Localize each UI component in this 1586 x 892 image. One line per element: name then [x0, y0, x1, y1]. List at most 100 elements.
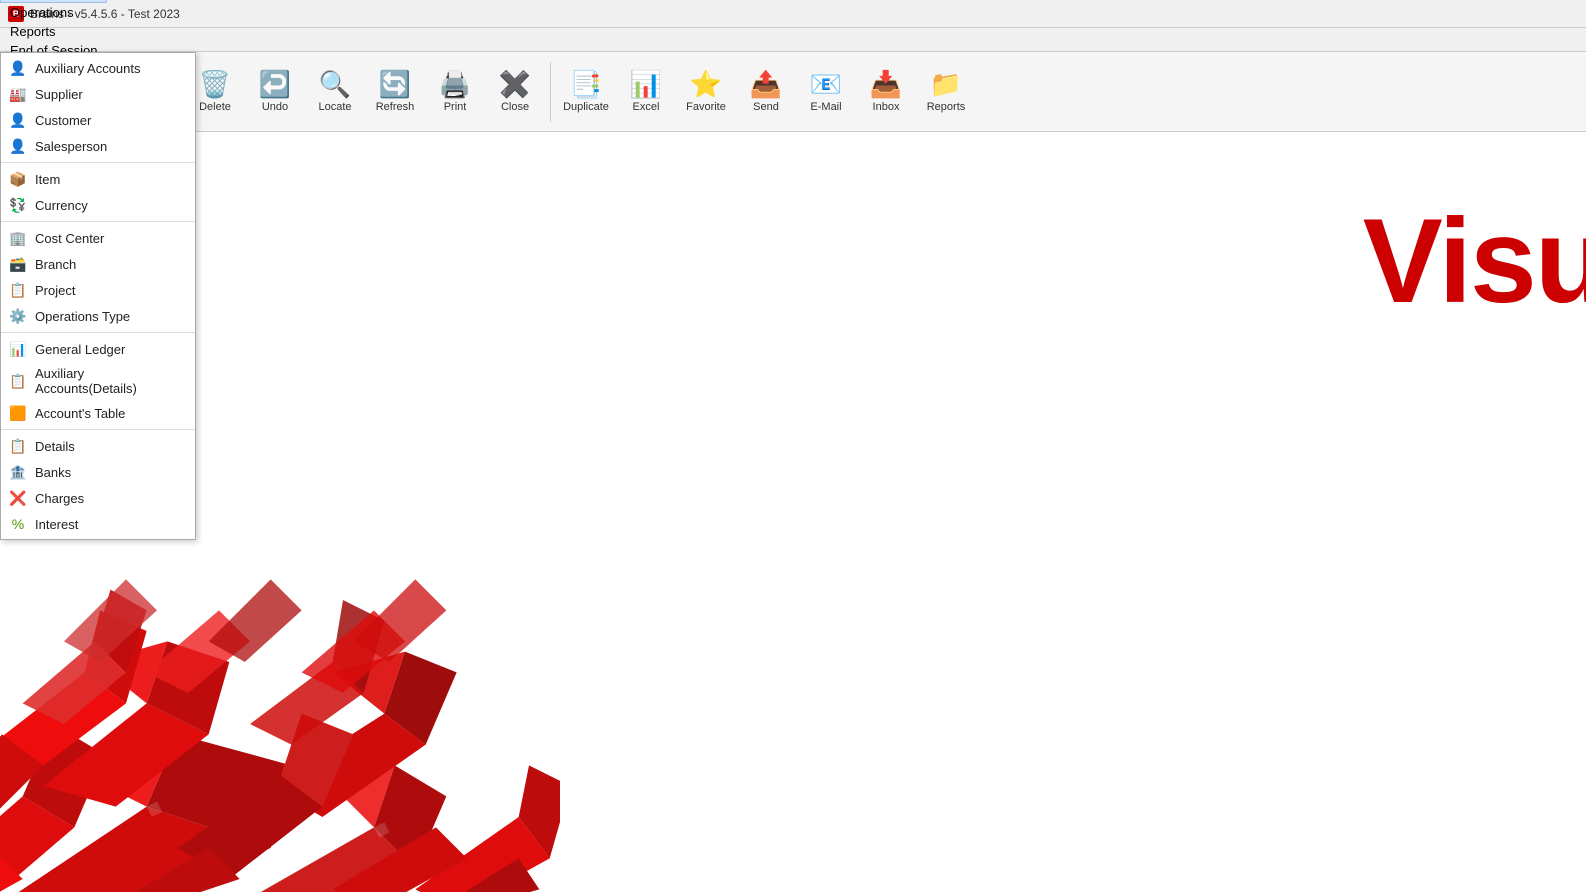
toolbar-btn-close[interactable]: ✖️ Close: [486, 57, 544, 127]
dropdown-item-interest[interactable]: % Interest: [1, 511, 195, 537]
dropdown-item-banks[interactable]: 🏦 Banks: [1, 459, 195, 485]
locate-toolbar-icon: 🔍: [319, 71, 351, 97]
undo-toolbar-label: Undo: [262, 101, 288, 113]
send-toolbar-label: Send: [753, 101, 779, 113]
supplier-icon: 🏭: [9, 85, 27, 103]
details-icon: 📋: [9, 437, 27, 455]
branch-icon: 🗃️: [9, 255, 27, 273]
dropdown-item-currency[interactable]: 💱 Currency: [1, 192, 195, 218]
dropdown-menu: 👤 Auxiliary Accounts 🏭 Supplier 👤 Customer 👤 Sa…: [0, 52, 196, 540]
dropdown-separator: [1, 332, 195, 333]
dropdown-item-item[interactable]: 📦 Item: [1, 166, 195, 192]
reports-toolbar-icon: 📁: [930, 71, 962, 97]
dropdown-separator: [1, 429, 195, 430]
interest-label: Interest: [35, 517, 78, 532]
email-toolbar-label: E-Mail: [810, 101, 841, 113]
dropdown-item-project[interactable]: 📋 Project: [1, 277, 195, 303]
toolbar-btn-print[interactable]: 🖨️ Print: [426, 57, 484, 127]
dropdown-item-customer[interactable]: 👤 Customer: [1, 107, 195, 133]
duplicate-toolbar-icon: 📑: [570, 71, 602, 97]
print-toolbar-icon: 🖨️: [439, 71, 471, 97]
toolbar-divider: [550, 62, 551, 122]
toolbar-btn-reports[interactable]: 📁 Reports: [917, 57, 975, 127]
favorite-toolbar-label: Favorite: [686, 101, 726, 113]
supplier-label: Supplier: [35, 87, 83, 102]
dropdown-separator: [1, 162, 195, 163]
currency-label: Currency: [35, 198, 88, 213]
accounts-table-label: Account's Table: [35, 406, 125, 421]
dropdown-item-charges[interactable]: ❌ Charges: [1, 485, 195, 511]
delete-toolbar-icon: 🗑️: [199, 71, 231, 97]
refresh-toolbar-icon: 🔄: [379, 71, 411, 97]
favorite-toolbar-icon: ⭐: [690, 71, 722, 97]
locate-toolbar-label: Locate: [318, 101, 351, 113]
currency-icon: 💱: [9, 196, 27, 214]
menu-item-operations[interactable]: Operations: [0, 3, 107, 22]
auxiliary-accounts-details-label: Auxiliary Accounts(Details): [35, 366, 187, 396]
dropdown-separator: [1, 221, 195, 222]
dropdown-item-accounts-table[interactable]: 🟧 Account's Table: [1, 400, 195, 426]
item-icon: 📦: [9, 170, 27, 188]
toolbar-btn-favorite[interactable]: ⭐ Favorite: [677, 57, 735, 127]
undo-toolbar-icon: ↩️: [259, 71, 291, 97]
inbox-toolbar-icon: 📥: [870, 71, 902, 97]
menu-bar: Data EntryOperationsReportsEnd of Sessio…: [0, 28, 1586, 52]
customer-label: Customer: [35, 113, 91, 128]
toolbar-btn-undo[interactable]: ↩️ Undo: [246, 57, 304, 127]
dropdown-item-auxiliary-accounts-details[interactable]: 📋 Auxiliary Accounts(Details): [1, 362, 195, 400]
auxiliary-accounts-details-icon: 📋: [9, 372, 27, 390]
charges-label: Charges: [35, 491, 84, 506]
operations-type-label: Operations Type: [35, 309, 130, 324]
dropdown-item-operations-type[interactable]: ⚙️ Operations Type: [1, 303, 195, 329]
close-toolbar-label: Close: [501, 101, 529, 113]
title-bar: B Brains - v5.4.5.6 - Test 2023: [0, 0, 1586, 28]
dropdown-item-details[interactable]: 📋 Details: [1, 433, 195, 459]
refresh-toolbar-label: Refresh: [376, 101, 415, 113]
banks-label: Banks: [35, 465, 71, 480]
general-ledger-icon: 📊: [9, 340, 27, 358]
menu-item-reports[interactable]: Reports: [0, 22, 107, 41]
item-label: Item: [35, 172, 60, 187]
print-toolbar-label: Print: [444, 101, 467, 113]
details-label: Details: [35, 439, 75, 454]
send-toolbar-icon: 📤: [750, 71, 782, 97]
inbox-toolbar-label: Inbox: [873, 101, 900, 113]
toolbar-btn-send[interactable]: 📤 Send: [737, 57, 795, 127]
dropdown-item-branch[interactable]: 🗃️Branch: [1, 251, 195, 277]
email-toolbar-icon: 📧: [810, 71, 842, 97]
auxiliary-accounts-label: Auxiliary Accounts: [35, 61, 141, 76]
salesperson-icon: 👤: [9, 137, 27, 155]
delete-toolbar-label: Delete: [199, 101, 231, 113]
auxiliary-accounts-icon: 👤: [9, 59, 27, 77]
toolbar-btn-inbox[interactable]: 📥 Inbox: [857, 57, 915, 127]
dropdown-item-salesperson[interactable]: 👤 Salesperson: [1, 133, 195, 159]
toolbar-btn-duplicate[interactable]: 📑 Duplicate: [557, 57, 615, 127]
interest-icon: %: [9, 515, 27, 533]
visu-text: Visu: [1363, 192, 1586, 330]
dropdown-item-cost-center[interactable]: 🏢Cost Center: [1, 225, 195, 251]
main-content: Visu: [0, 132, 1586, 892]
cost-center-label: Cost Center: [35, 231, 104, 246]
operations-type-icon: ⚙️: [9, 307, 27, 325]
project-label: Project: [35, 283, 75, 298]
excel-toolbar-icon: 📊: [630, 71, 662, 97]
dropdown-item-general-ledger[interactable]: 📊 General Ledger: [1, 336, 195, 362]
toolbar-btn-refresh[interactable]: 🔄 Refresh: [366, 57, 424, 127]
project-icon: 📋: [9, 281, 27, 299]
reports-toolbar-label: Reports: [927, 101, 966, 113]
dropdown-item-auxiliary-accounts[interactable]: 👤 Auxiliary Accounts: [1, 55, 195, 81]
duplicate-toolbar-label: Duplicate: [563, 101, 609, 113]
charges-icon: ❌: [9, 489, 27, 507]
toolbar: 📄New✏️Modify💾Save🗑️Delete↩️Undo🔍Locate🔄R…: [0, 52, 1586, 132]
banks-icon: 🏦: [9, 463, 27, 481]
salesperson-label: Salesperson: [35, 139, 107, 154]
excel-toolbar-label: Excel: [633, 101, 660, 113]
customer-icon: 👤: [9, 111, 27, 129]
close-toolbar-icon: ✖️: [499, 71, 531, 97]
toolbar-btn-excel[interactable]: 📊 Excel: [617, 57, 675, 127]
general-ledger-label: General Ledger: [35, 342, 125, 357]
toolbar-btn-email[interactable]: 📧 E-Mail: [797, 57, 855, 127]
accounts-table-icon: 🟧: [9, 404, 27, 422]
dropdown-item-supplier[interactable]: 🏭 Supplier: [1, 81, 195, 107]
toolbar-btn-locate[interactable]: 🔍 Locate: [306, 57, 364, 127]
